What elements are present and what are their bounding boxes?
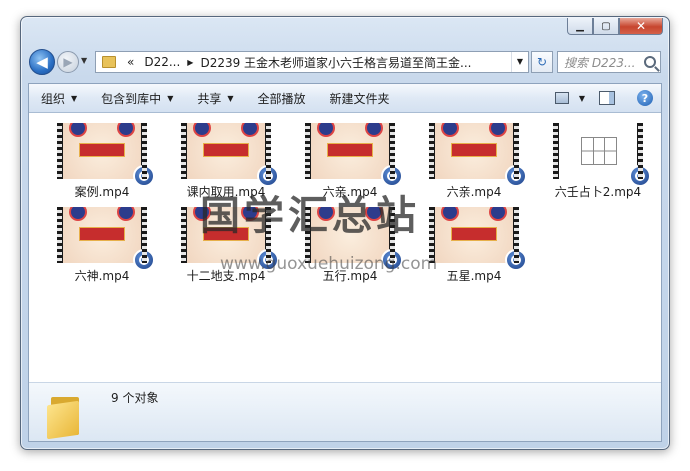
back-arrow-icon: ◀ — [36, 53, 48, 71]
caption-buttons: ▁ ▢ ✕ — [567, 18, 663, 35]
media-player-icon — [629, 165, 651, 187]
video-thumbnail — [181, 123, 279, 187]
chevron-down-icon: ▼ — [167, 93, 174, 103]
address-bar[interactable]: « D22... ▶ D2239 王金木老师道家小六壬格言易道至简王金... ▼ — [95, 51, 529, 73]
file-item[interactable]: 六神.mp4 — [47, 207, 157, 284]
chevron-down-icon: ▼ — [227, 93, 234, 103]
file-item[interactable]: 案例.mp4 — [47, 123, 157, 200]
media-player-icon — [505, 165, 527, 187]
address-dropdown[interactable]: ▼ — [511, 52, 528, 72]
chevron-down-icon: ▼ — [71, 93, 78, 103]
video-thumbnail — [305, 123, 403, 187]
search-placeholder: 搜索 D223... — [564, 55, 636, 70]
organize-button[interactable]: 组织 ▼ — [29, 84, 89, 112]
folder-icon — [102, 56, 116, 68]
view-icon[interactable] — [554, 92, 569, 104]
file-item[interactable]: 六亲.mp4 — [419, 123, 529, 200]
close-button[interactable]: ✕ — [619, 18, 663, 35]
organize-label: 组织 — [41, 91, 66, 106]
watermark-text: 国学汇总站 — [200, 193, 420, 239]
media-player-icon — [133, 249, 155, 271]
video-thumbnail — [553, 123, 651, 187]
command-bar: 组织 ▼ 包含到库中 ▼ 共享 ▼ 全部播放 新建文件夹 ▼ ? — [29, 84, 661, 113]
share-button[interactable]: 共享 ▼ — [185, 84, 245, 112]
refresh-button[interactable]: ↻ — [531, 51, 553, 73]
video-thumbnail — [57, 207, 155, 271]
breadcrumb-overflow[interactable]: « — [122, 55, 139, 69]
item-count: 9 个对象 — [111, 391, 159, 405]
details-pane: 9 个对象 — [29, 382, 661, 441]
back-button[interactable]: ◀ — [29, 49, 55, 75]
breadcrumb-parent[interactable]: D22... — [139, 55, 185, 69]
include-in-library-button[interactable]: 包含到库中 ▼ — [89, 84, 185, 112]
breadcrumb-separator-icon[interactable]: ▶ — [185, 58, 195, 67]
forward-button[interactable]: ▶ — [57, 51, 79, 73]
help-icon[interactable]: ? — [637, 90, 653, 106]
navigation-bar: ◀ ▶ ▼ « D22... ▶ D2239 王金木老师道家小六壬格言易道至简王… — [29, 49, 663, 75]
recent-pages-dropdown[interactable]: ▼ — [81, 56, 87, 65]
media-player-icon — [505, 249, 527, 271]
view-dropdown-icon[interactable]: ▼ — [579, 94, 585, 103]
watermark-url: www.guoxuehuizong.com — [220, 254, 438, 274]
search-input[interactable]: 搜索 D223... — [557, 51, 661, 73]
share-label: 共享 — [197, 91, 222, 106]
include-library-label: 包含到库中 — [101, 91, 162, 106]
search-icon — [644, 56, 656, 68]
video-thumbnail — [57, 123, 155, 187]
folder-icon — [47, 397, 83, 440]
file-list[interactable]: 案例.mp4 课内取用.mp4 六亲.mp4 六亲.mp4 六壬占卜2.mp4 六神.mp… — [29, 113, 661, 401]
view-controls: ▼ ? — [554, 84, 661, 112]
preview-pane-icon[interactable] — [599, 91, 615, 105]
play-all-button[interactable]: 全部播放 — [246, 84, 318, 112]
forward-arrow-icon: ▶ — [63, 55, 73, 69]
file-item[interactable]: 六壬占卜2.mp4 — [543, 123, 653, 200]
new-folder-button[interactable]: 新建文件夹 — [318, 84, 402, 112]
maximize-button[interactable]: ▢ — [593, 18, 619, 35]
media-player-icon — [133, 165, 155, 187]
minimize-button[interactable]: ▁ — [567, 18, 593, 35]
video-thumbnail — [429, 207, 527, 271]
breadcrumb-current[interactable]: D2239 王金木老师道家小六壬格言易道至简王金... — [195, 54, 476, 71]
video-thumbnail — [429, 123, 527, 187]
refresh-icon: ↻ — [536, 55, 548, 69]
